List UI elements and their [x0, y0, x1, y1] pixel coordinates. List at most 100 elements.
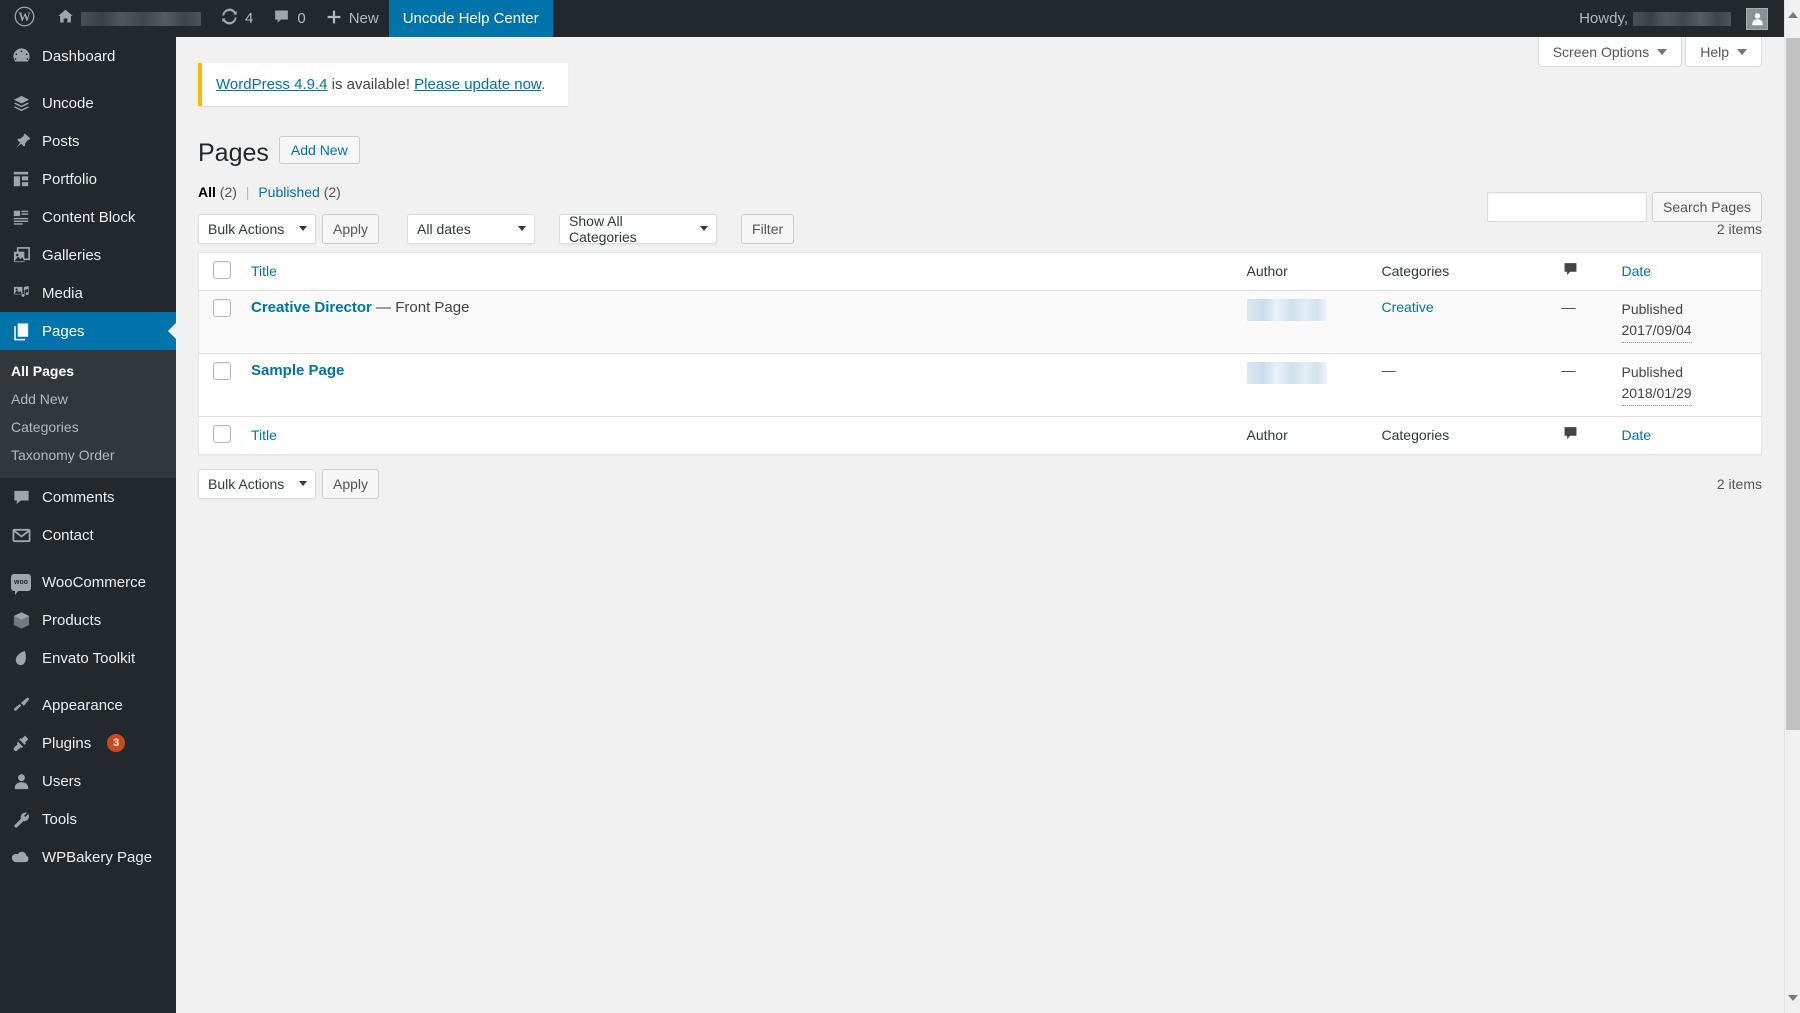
site-name-redacted	[81, 11, 201, 26]
comment-bubble-icon	[1562, 425, 1579, 445]
new-content-menu[interactable]: New	[316, 0, 389, 37]
apply-button-bottom[interactable]: Apply	[322, 468, 380, 499]
column-header-author: Author	[1246, 263, 1288, 279]
sidebar-item-users[interactable]: Users	[0, 762, 176, 800]
submenu-item-categories[interactable]: Categories	[0, 413, 176, 441]
wordpress-version-link[interactable]: WordPress 4.9.4	[216, 76, 327, 93]
scrollbar-thumb[interactable]	[1786, 38, 1800, 730]
page-title-link[interactable]: Creative Director	[251, 299, 372, 316]
column-date-link[interactable]: Date	[1622, 263, 1652, 279]
uncode-help-center-menu[interactable]: Uncode Help Center	[388, 0, 553, 37]
sidebar-item-wpbakery-page[interactable]: WPBakery Page	[0, 838, 176, 876]
media-icon	[11, 283, 31, 303]
row-categories-cell: —	[1372, 353, 1552, 416]
site-name-menu[interactable]	[47, 0, 211, 37]
sidebar-item-dashboard[interactable]: Dashboard	[0, 37, 176, 75]
page-scrollbar[interactable]	[1784, 0, 1800, 1013]
user-icon	[11, 771, 31, 791]
view-all-link[interactable]: All	[198, 184, 216, 200]
sidebar-item-products[interactable]: Products	[0, 601, 176, 639]
sidebar-item-pages[interactable]: Pages	[0, 312, 176, 350]
sidebar-item-posts[interactable]: Posts	[0, 122, 176, 160]
view-published-link[interactable]: Published	[258, 184, 320, 200]
table-row[interactable]: Sample Page — — Published 2018/01/29	[198, 353, 1762, 416]
select-all-checkbox-footer[interactable]	[213, 424, 231, 443]
updates-menu[interactable]: 4	[211, 0, 263, 37]
notice-middle-text: is available!	[327, 76, 415, 93]
category-link[interactable]: Creative	[1382, 299, 1434, 315]
row-checkbox[interactable]	[213, 361, 231, 380]
sidebar-item-comments[interactable]: Comments	[0, 478, 176, 516]
sidebar-item-appearance[interactable]: Appearance	[0, 686, 176, 724]
scroll-down-arrow-icon[interactable]	[1788, 995, 1798, 1001]
screen-options-label: Screen Options	[1552, 43, 1650, 60]
wordpress-logo-icon: W	[14, 6, 35, 31]
wordpress-logo-menu[interactable]: W	[0, 0, 47, 37]
sidebar-item-tools[interactable]: Tools	[0, 800, 176, 838]
layers-icon	[11, 93, 31, 113]
page-title-wrapper: Pages Add New	[198, 136, 360, 170]
sidebar-item-woocommerce[interactable]: woo WooCommerce	[0, 563, 176, 601]
sidebar-item-plugins[interactable]: Plugins 3	[0, 724, 176, 762]
uncode-help-center-label: Uncode Help Center	[402, 10, 539, 27]
submenu-item-add-new[interactable]: Add New	[0, 385, 176, 413]
sidebar-item-media[interactable]: Media	[0, 274, 176, 312]
row-categories-cell: Creative	[1372, 290, 1552, 353]
submenu-item-all-pages[interactable]: All Pages	[0, 357, 176, 385]
filter-button[interactable]: Filter	[741, 213, 795, 244]
bulk-actions-select-top[interactable]: Bulk Actions	[198, 213, 316, 244]
column-footer-date[interactable]: Date	[1612, 416, 1762, 454]
sidebar-item-label: Portfolio	[42, 170, 98, 188]
column-footer-title[interactable]: Title	[241, 416, 1237, 454]
pin-icon	[11, 131, 31, 151]
apply-button-top[interactable]: Apply	[322, 213, 380, 244]
row-checkbox[interactable]	[213, 298, 231, 317]
sidebar-item-galleries[interactable]: Galleries	[0, 236, 176, 274]
sidebar-item-content-block[interactable]: Content Block	[0, 198, 176, 236]
column-date-link-footer[interactable]: Date	[1622, 427, 1652, 443]
pages-table: Title Author Categories Date Creative Di…	[198, 251, 1762, 455]
column-header-date[interactable]: Date	[1612, 252, 1762, 290]
add-new-button[interactable]: Add New	[278, 136, 360, 165]
row-select-cell	[199, 353, 242, 416]
author-redacted	[1246, 361, 1327, 384]
table-row[interactable]: Creative Director — Front Page Creative …	[198, 290, 1762, 353]
home-icon	[57, 8, 74, 29]
sidebar-item-envato-toolkit[interactable]: Envato Toolkit	[0, 639, 176, 677]
bulk-actions-select-bottom[interactable]: Bulk Actions	[198, 468, 316, 499]
screen-options-button[interactable]: Screen Options	[1537, 37, 1683, 67]
category-filter-select[interactable]: Show All Categories	[559, 213, 718, 245]
comments-menu[interactable]: 0	[263, 0, 315, 37]
column-title-link[interactable]: Title	[251, 263, 277, 279]
table-body: Creative Director — Front Page Creative …	[198, 290, 1762, 416]
svg-text:W: W	[18, 10, 31, 24]
wpbakery-icon	[11, 847, 31, 867]
column-title-link-footer[interactable]: Title	[251, 427, 277, 443]
sidebar-item-label: Products	[42, 611, 102, 629]
help-button[interactable]: Help	[1685, 37, 1762, 67]
my-account-menu[interactable]: Howdy,	[1569, 0, 1784, 37]
sidebar-item-label: WooCommerce	[42, 573, 146, 591]
select-all-checkbox[interactable]	[213, 260, 231, 279]
please-update-now-link[interactable]: Please update now	[414, 76, 541, 93]
page-title-link[interactable]: Sample Page	[251, 362, 344, 379]
date-filter-select[interactable]: All dates	[407, 213, 536, 244]
row-date-cell: Published 2018/01/29	[1612, 353, 1762, 416]
row-author-cell	[1237, 290, 1372, 353]
sidebar-item-contact[interactable]: Contact	[0, 516, 176, 554]
sidebar-item-label: Comments	[42, 488, 115, 506]
column-header-title[interactable]: Title	[241, 252, 1237, 290]
bulk-actions-label: Bulk Actions	[208, 220, 285, 237]
sidebar-item-portfolio[interactable]: Portfolio	[0, 160, 176, 198]
main-content: Screen Options Help WordPress 4.9.4 is a…	[176, 37, 1784, 1013]
chevron-down-icon	[518, 226, 527, 231]
submenu-item-taxonomy-order[interactable]: Taxonomy Order	[0, 441, 176, 469]
sidebar-item-label: Content Block	[42, 208, 136, 226]
updates-icon	[221, 8, 238, 29]
pages-submenu: All Pages Add New Categories Taxonomy Or…	[0, 350, 176, 478]
sidebar-item-uncode[interactable]: Uncode	[0, 84, 176, 122]
comments-value: —	[1561, 361, 1576, 378]
select-all-footer	[199, 416, 242, 454]
avatar	[1746, 7, 1768, 30]
scroll-up-arrow-icon[interactable]	[1788, 12, 1798, 18]
